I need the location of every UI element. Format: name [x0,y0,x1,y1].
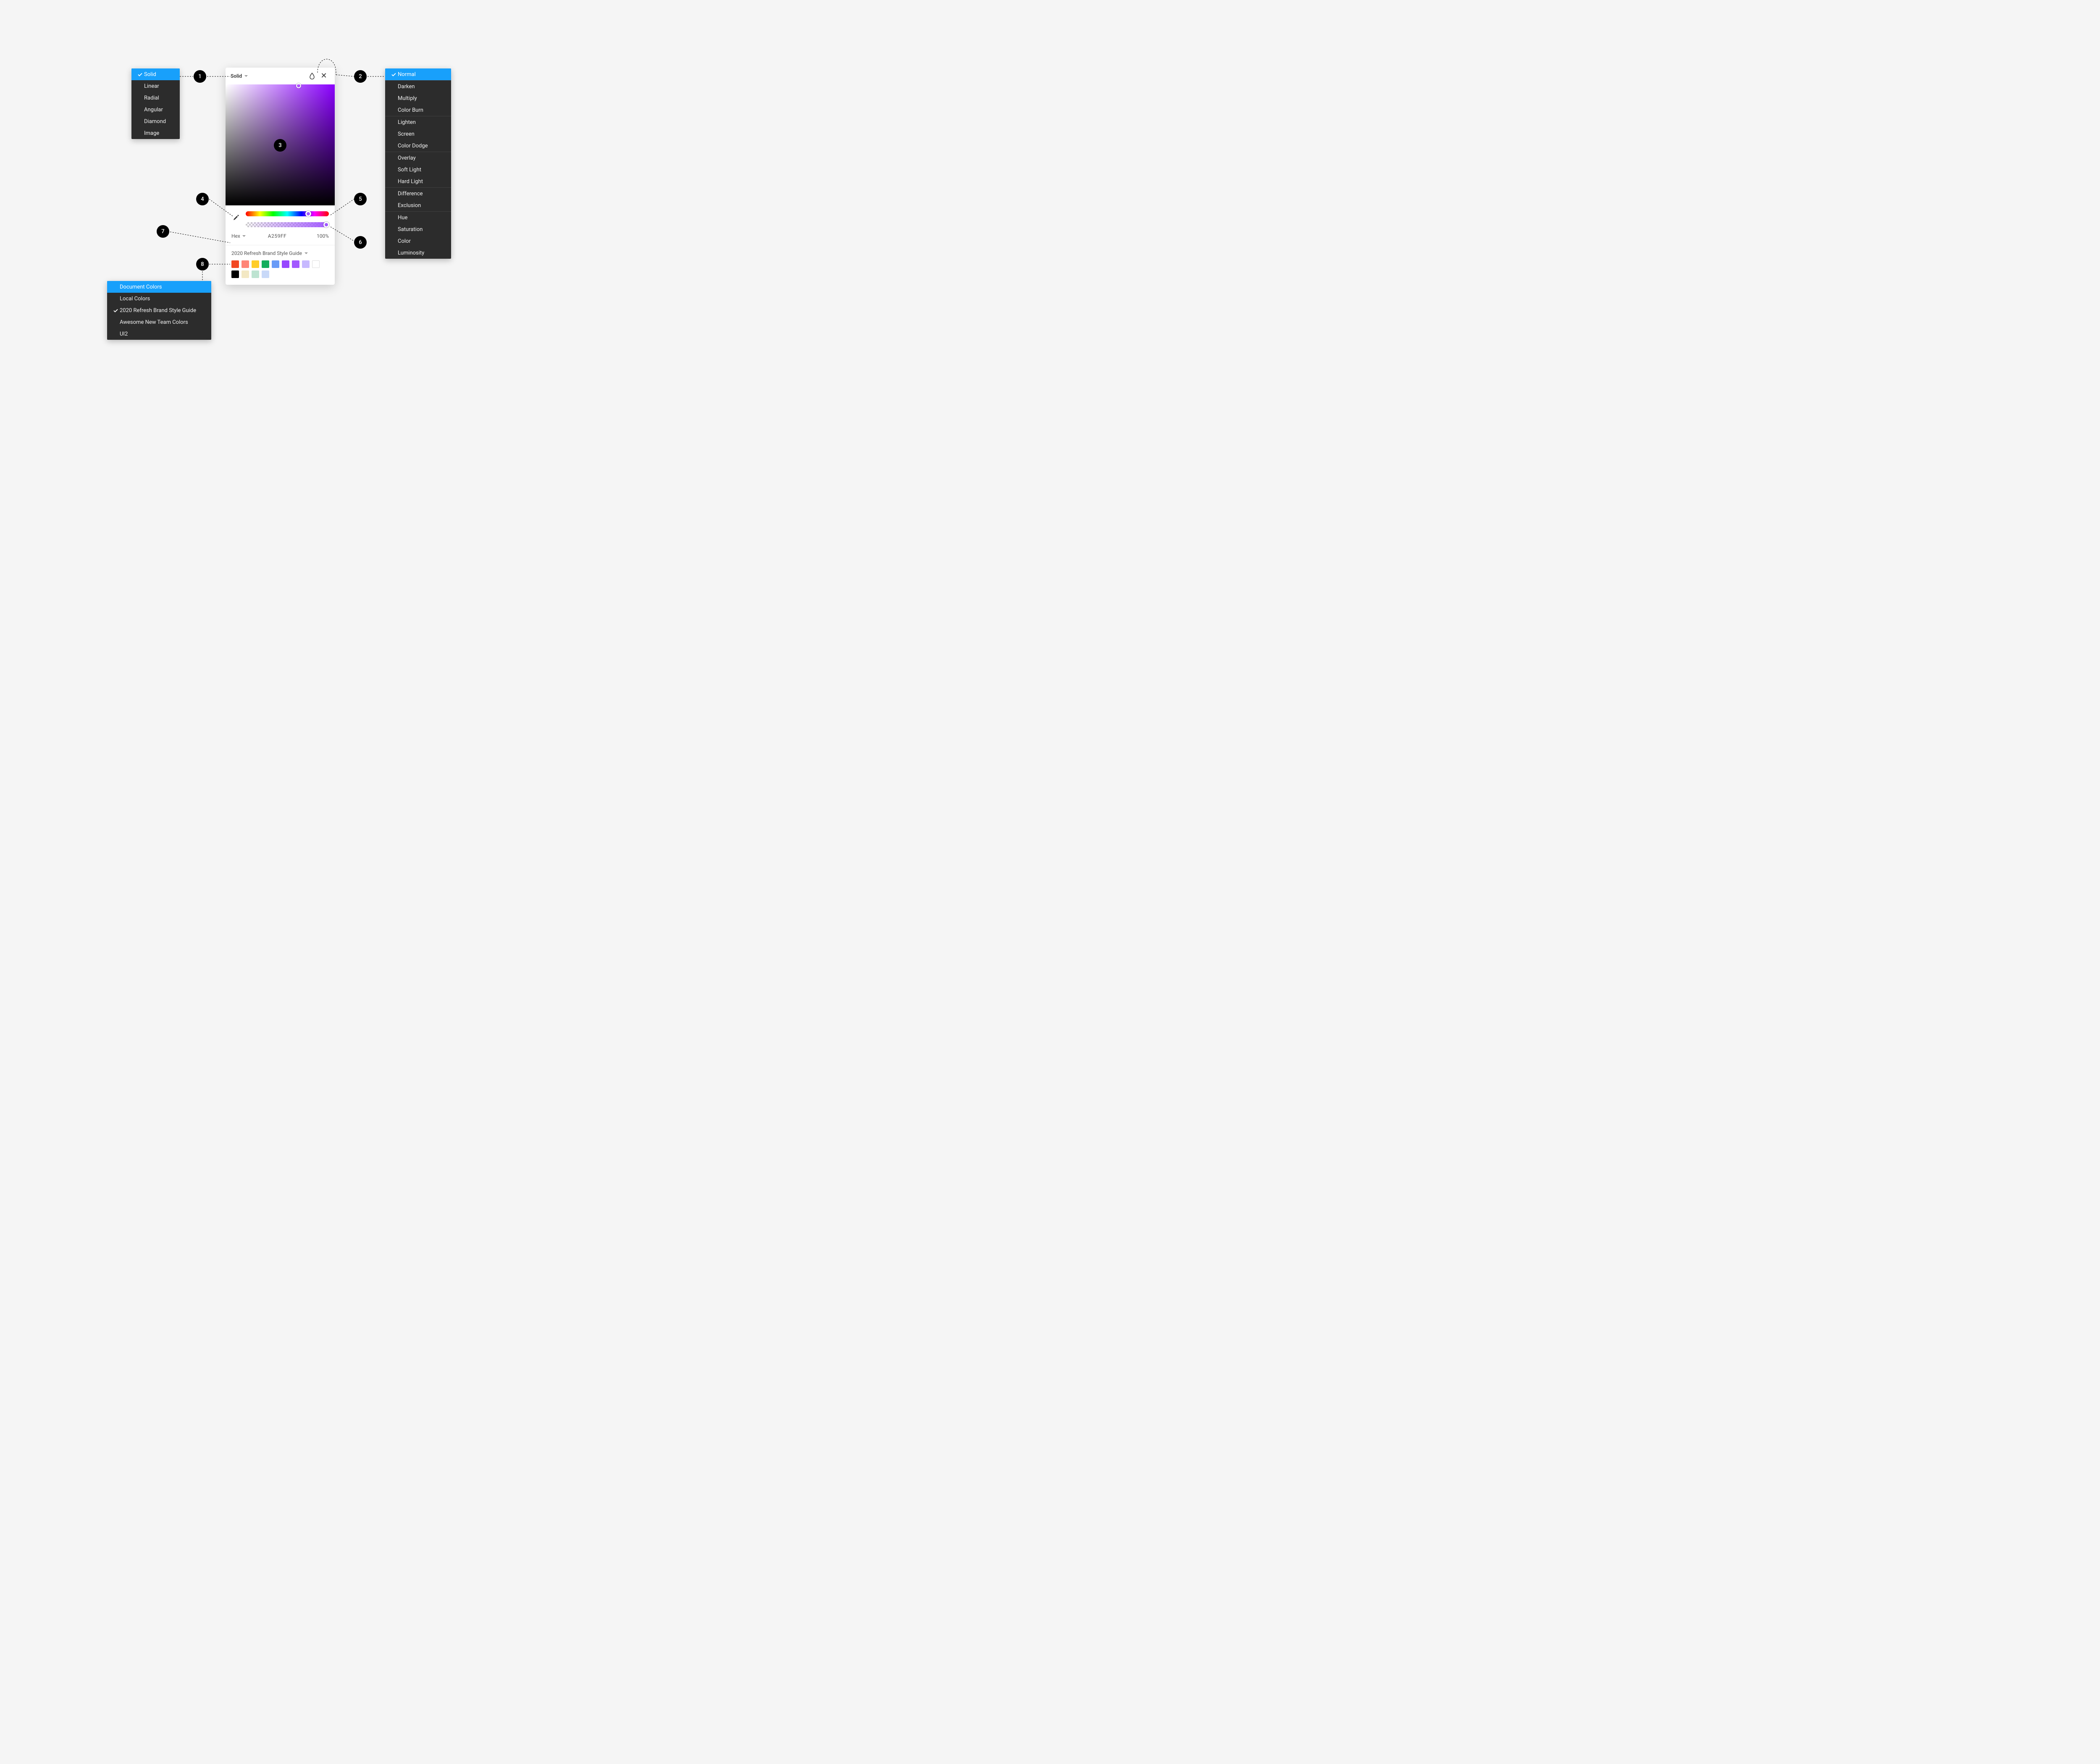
droplet-icon [309,73,315,79]
color-mode-dropdown[interactable]: Hex [231,233,246,239]
fill-type-label: Solid [231,73,242,79]
callout-badge: 7 [157,225,169,238]
palette-option-document-colors[interactable]: Document Colors [107,281,211,293]
check-icon [111,309,120,312]
color-swatch[interactable] [292,260,299,268]
eyedropper-icon [233,214,239,221]
hex-input[interactable]: A259FF [250,233,304,239]
color-swatch[interactable] [252,260,259,268]
check-icon [136,73,144,76]
color-swatch[interactable] [231,270,239,278]
eyedropper-button[interactable] [231,213,241,222]
chevron-down-icon [242,235,246,237]
hue-slider[interactable] [246,211,329,216]
alpha-slider[interactable] [246,222,329,227]
blend-option-soft-light[interactable]: Soft Light [385,164,451,176]
palette-option-team-colors[interactable]: Awesome New Team Colors [107,316,211,328]
fill-type-option-label: Linear [144,83,159,89]
color-picker-header: Solid ✕ [226,68,335,84]
chevron-down-icon [304,252,308,254]
palette-option-label: UI2 [120,331,128,337]
fill-type-option-label: Angular [144,107,163,113]
blend-option-multiply[interactable]: Multiply [385,92,451,104]
color-swatch[interactable] [231,260,239,268]
palette-option-label: Document Colors [120,284,162,290]
blend-mode-button[interactable] [306,70,318,82]
color-swatch[interactable] [252,270,259,278]
callout-badge: 3 [274,139,286,152]
callout-badge: 1 [194,70,206,83]
blend-option-color-burn[interactable]: Color Burn [385,104,451,116]
palette-source-menu[interactable]: Document Colors Local Colors 2020 Refres… [107,281,211,340]
blend-option-hard-light[interactable]: Hard Light [385,176,451,187]
blend-option-hue[interactable]: Hue [385,212,451,223]
fill-type-option-label: Diamond [144,118,166,125]
palette-option-label: Local Colors [120,296,150,302]
color-value-row: Hex A259FF 100% [226,231,335,245]
blend-option-normal[interactable]: Normal [385,68,451,80]
color-mode-label: Hex [231,233,240,239]
color-swatch[interactable] [262,260,269,268]
fill-type-option-angular[interactable]: Angular [131,104,180,116]
close-button[interactable]: ✕ [318,70,330,82]
palette-option-label: 2020 Refresh Brand Style Guide [120,307,196,314]
callout-badge: 5 [354,193,367,205]
color-swatch[interactable] [272,260,279,268]
alpha-input[interactable]: 100% [309,233,329,239]
blend-option-color[interactable]: Color [385,235,451,247]
blend-option-overlay[interactable]: Overlay [385,152,451,164]
blend-option-saturation[interactable]: Saturation [385,223,451,235]
check-icon [389,73,398,76]
color-swatch[interactable] [282,260,289,268]
palette-dropdown[interactable]: 2020 Refresh Brand Style Guide [231,250,329,256]
fill-type-option-linear[interactable]: Linear [131,80,180,92]
color-library-section: 2020 Refresh Brand Style Guide [226,245,335,285]
color-swatch[interactable] [242,260,249,268]
fill-type-dropdown[interactable]: Solid [231,73,248,79]
palette-option-ui2[interactable]: UI2 [107,328,211,340]
color-swatch[interactable] [242,270,249,278]
blend-option-darken[interactable]: Darken [385,81,451,92]
blend-option-exclusion[interactable]: Exclusion [385,200,451,211]
color-swatch[interactable] [302,260,310,268]
blend-option-screen[interactable]: Screen [385,128,451,140]
slider-section [226,205,335,231]
palette-option-brand-style-guide[interactable]: 2020 Refresh Brand Style Guide [107,304,211,316]
palette-label: 2020 Refresh Brand Style Guide [231,250,302,256]
palette-option-local-colors[interactable]: Local Colors [107,293,211,304]
blend-option-luminosity[interactable]: Luminosity [385,247,451,259]
blend-mode-menu[interactable]: Normal Darken Multiply Color Burn Lighte… [385,68,451,259]
close-icon: ✕ [320,72,327,80]
blend-option-lighten[interactable]: Lighten [385,116,451,128]
palette-option-label: Awesome New Team Colors [120,319,188,326]
callout-badge: 2 [354,70,367,83]
callout-badge: 4 [196,193,209,205]
callout-badge: 6 [354,236,367,249]
fill-type-option-image[interactable]: Image [131,127,180,139]
color-swatch[interactable] [262,270,269,278]
fill-type-option-label: Image [144,130,159,136]
fill-type-option-solid[interactable]: Solid [131,68,180,80]
fill-type-option-diamond[interactable]: Diamond [131,116,180,127]
blend-option-color-dodge[interactable]: Color Dodge [385,140,451,152]
fill-type-option-radial[interactable]: Radial [131,92,180,104]
color-picker-panel: Solid ✕ [226,68,335,285]
alpha-handle[interactable] [323,222,329,228]
blend-option-difference[interactable]: Difference [385,188,451,200]
fill-type-menu[interactable]: Solid Linear Radial Angular Diamond Imag… [131,68,180,139]
fill-type-option-label: Solid [144,71,156,78]
swatches-grid [231,260,329,278]
hue-handle[interactable] [305,211,311,217]
sv-handle[interactable] [296,83,301,88]
callout-badge: 8 [196,258,209,270]
color-swatch[interactable] [312,260,320,268]
blend-option-label: Normal [398,71,416,78]
fill-type-option-label: Radial [144,95,159,101]
chevron-down-icon [244,75,248,77]
